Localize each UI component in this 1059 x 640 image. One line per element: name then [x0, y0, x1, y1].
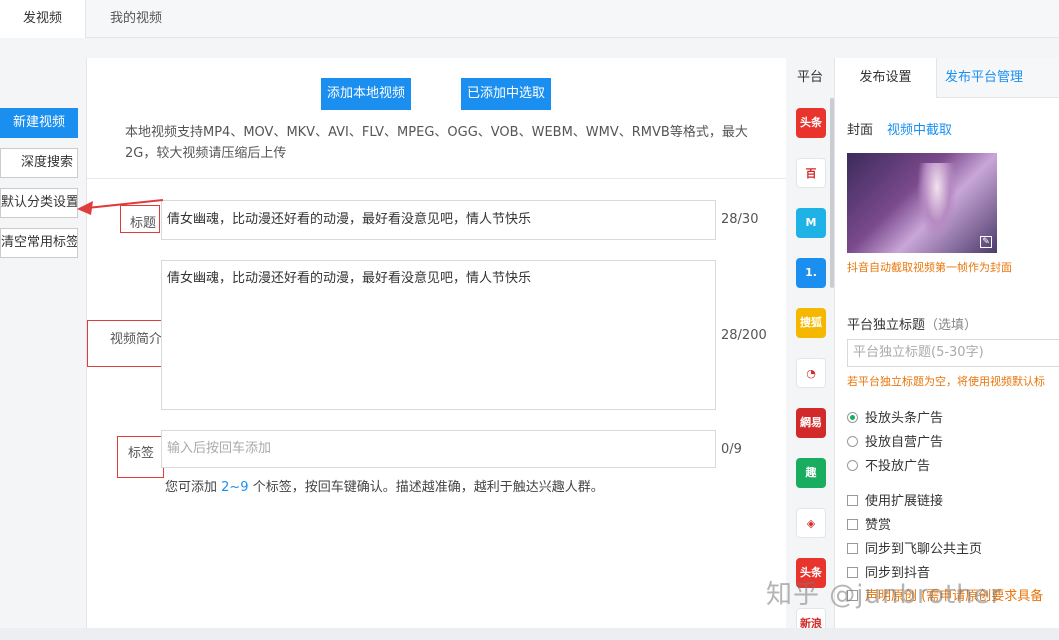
check-reward[interactable]: 赞赏: [847, 514, 891, 533]
independent-title-label: 平台独立标题（选填）: [847, 314, 977, 333]
ad-option-self[interactable]: 投放自营广告: [847, 431, 943, 450]
check-ext-link[interactable]: 使用扩展链接: [847, 490, 943, 509]
clear-tags-button[interactable]: 清空常用标签: [0, 228, 78, 258]
intro-textarea[interactable]: 倩女幽魂，比动漫还好看的动漫，最好看没意见吧，情人节快乐: [161, 260, 716, 410]
tab-my-videos[interactable]: 我的视频: [86, 0, 186, 38]
radio-icon[interactable]: [847, 436, 858, 447]
top-tab-bar: 发视频 我的视频: [0, 0, 1059, 39]
independent-title-input[interactable]: 平台独立标题(5-30字): [847, 339, 1059, 367]
tags-count: 0/9: [721, 442, 742, 457]
platform-sohu-icon[interactable]: 搜狐: [796, 308, 826, 338]
platform-dayu-icon[interactable]: ◔: [796, 358, 826, 388]
deep-search-button[interactable]: 深度搜索: [0, 148, 78, 178]
ad-option-label: 投放头条广告: [865, 411, 944, 426]
tab-publish-video[interactable]: 发视频: [0, 0, 86, 39]
annotation-arrow: [77, 199, 164, 215]
left-sidebar: 新建视频 深度搜索 默认分类设置 清空常用标签: [0, 38, 86, 640]
tags-input[interactable]: 输入后按回车添加: [161, 430, 716, 468]
platform-list: 平台 头条百 M 1. 搜狐 ◔ 網易趣 ◈ 头条 新浪: [786, 58, 834, 638]
radio-icon[interactable]: [847, 412, 858, 423]
annotation-box: [117, 436, 164, 478]
publish-settings-panel: 发布设置 发布平台管理 封面 视频中截取 ✎ 抖音自动截取视频第一帧作为封面 平…: [834, 58, 1059, 628]
checkbox-icon[interactable]: [847, 519, 858, 530]
tab-platform-manage[interactable]: 发布平台管理: [937, 58, 1059, 98]
check-label: 使用扩展链接: [865, 494, 944, 509]
title-input[interactable]: 倩女幽魂，比动漫还好看的动漫，最好看没意见吧，情人节快乐: [161, 200, 716, 240]
title-char-count: 28/30: [721, 212, 759, 227]
cover-label: 封面: [847, 123, 874, 138]
edit-icon[interactable]: ✎: [980, 236, 992, 248]
check-feiliao[interactable]: 同步到飞聊公共主页: [847, 538, 982, 557]
optional-text: （选填）: [925, 318, 978, 333]
ad-option-none[interactable]: 不投放广告: [847, 455, 930, 474]
platform-qutoutiao-icon[interactable]: 趣: [796, 458, 826, 488]
upload-form-panel: 添加本地视频 已添加中选取 本地视频支持MP4、MOV、MKV、AVI、FLV、…: [86, 58, 787, 628]
ad-option-label: 投放自营广告: [865, 435, 944, 450]
platform-header: 平台: [796, 70, 823, 85]
check-label: 赞赏: [865, 518, 892, 533]
hint-text: 个标签，按回车键确认。描述越准确，越利于触达兴趣人群。: [248, 480, 604, 495]
radio-icon[interactable]: [847, 460, 858, 471]
capture-from-video-link[interactable]: 视频中截取: [887, 119, 952, 138]
checkbox-icon[interactable]: [847, 543, 858, 554]
bottom-bar: [0, 628, 1059, 640]
check-label: 同步到飞聊公共主页: [865, 542, 983, 557]
platform-toutiao-icon[interactable]: 头条: [796, 108, 826, 138]
independent-title-text: 平台独立标题: [847, 318, 926, 333]
upload-format-description: 本地视频支持MP4、MOV、MKV、AVI、FLV、MPEG、OGG、VOB、W…: [125, 125, 748, 161]
divider: [87, 178, 787, 179]
cover-note: 抖音自动截取视频第一帧作为封面: [847, 261, 1012, 274]
platform-baijia-icon[interactable]: 百: [796, 158, 826, 188]
tab-publish-settings[interactable]: 发布设置: [835, 58, 937, 98]
cover-thumbnail[interactable]: ✎: [847, 153, 997, 253]
pick-added-video-button[interactable]: 已添加中选取: [461, 78, 551, 110]
ad-option-toutiao[interactable]: 投放头条广告: [847, 407, 943, 426]
platform-netease-icon[interactable]: 網易: [796, 408, 826, 438]
platform-xigua-icon[interactable]: M: [796, 208, 826, 238]
platform-yidian-icon[interactable]: 1.: [796, 258, 826, 288]
tags-hint: 您可添加 2~9 个标签，按回车键确认。描述越准确，越利于触达兴趣人群。: [165, 476, 604, 495]
watermark: 知乎 @junbrother: [766, 580, 1003, 610]
add-local-video-button[interactable]: 添加本地视频: [321, 78, 411, 110]
hint-range: 2~9: [221, 480, 249, 495]
default-category-button[interactable]: 默认分类设置: [0, 188, 78, 218]
independent-title-note: 若平台独立标题为空，将使用视频默认标: [847, 375, 1045, 388]
platform-aiqiyi-icon[interactable]: ◈: [796, 508, 826, 538]
hint-text: 您可添加: [165, 480, 222, 495]
checkbox-icon[interactable]: [847, 495, 858, 506]
new-video-button[interactable]: 新建视频: [0, 108, 78, 138]
cover-figure: [917, 163, 957, 243]
ad-option-label: 不投放广告: [865, 459, 931, 474]
intro-char-count: 28/200: [721, 328, 767, 343]
